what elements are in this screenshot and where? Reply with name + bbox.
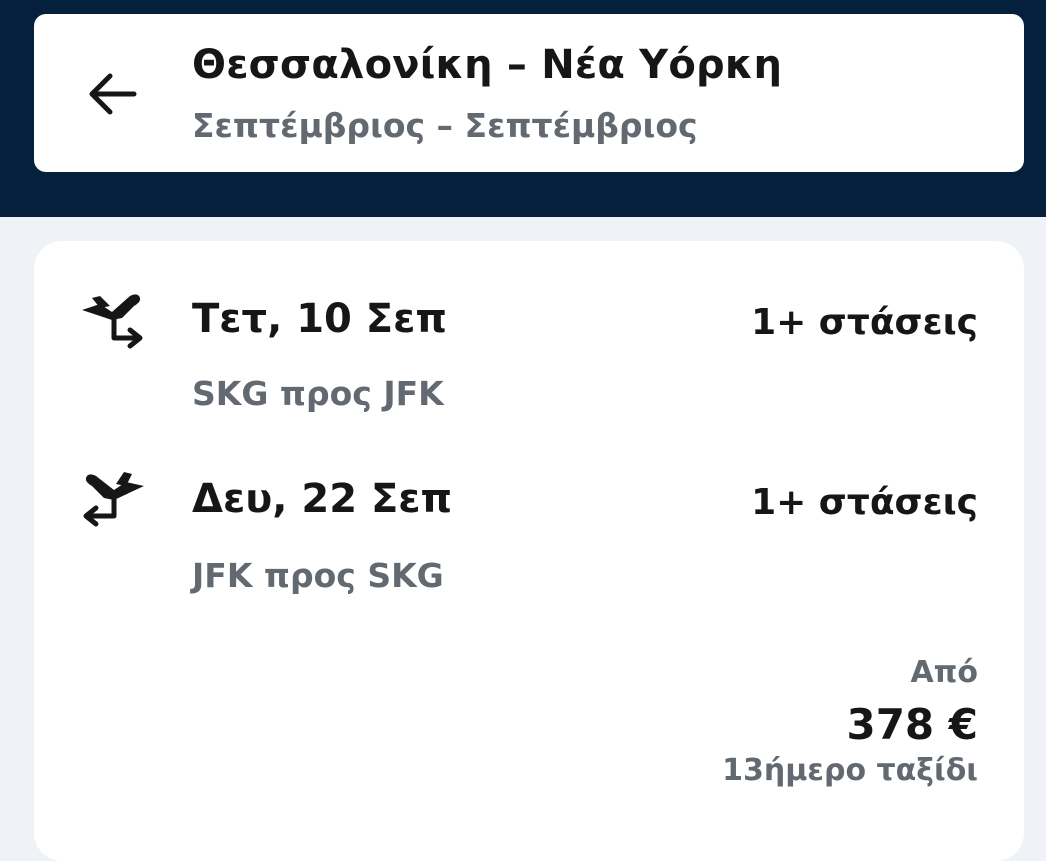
route-dates: Σεπτέμβριος – Σεπτέμβριος <box>192 106 698 145</box>
landing-icon <box>78 470 148 530</box>
outbound-stops: 1+ στάσεις <box>751 302 978 343</box>
inbound-stops: 1+ στάσεις <box>751 482 978 523</box>
arrow-left-icon <box>89 73 137 115</box>
route-title: Θεσσαλονίκη – Νέα Υόρκη <box>192 42 783 88</box>
price: 378 € <box>846 700 978 749</box>
outbound-date: Τετ, 10 Σεπ <box>192 296 448 342</box>
back-button[interactable] <box>82 64 142 124</box>
inbound-date: Δευ, 22 Σεπ <box>192 476 453 522</box>
inbound-route: JFK προς SKG <box>192 556 444 595</box>
trip-length: 13ήμερο ταξίδι <box>722 753 978 788</box>
price-from-label: Από <box>910 655 978 690</box>
search-summary-card[interactable] <box>34 14 1024 172</box>
outbound-route: SKG προς JFK <box>192 374 444 413</box>
takeoff-icon <box>78 290 148 350</box>
